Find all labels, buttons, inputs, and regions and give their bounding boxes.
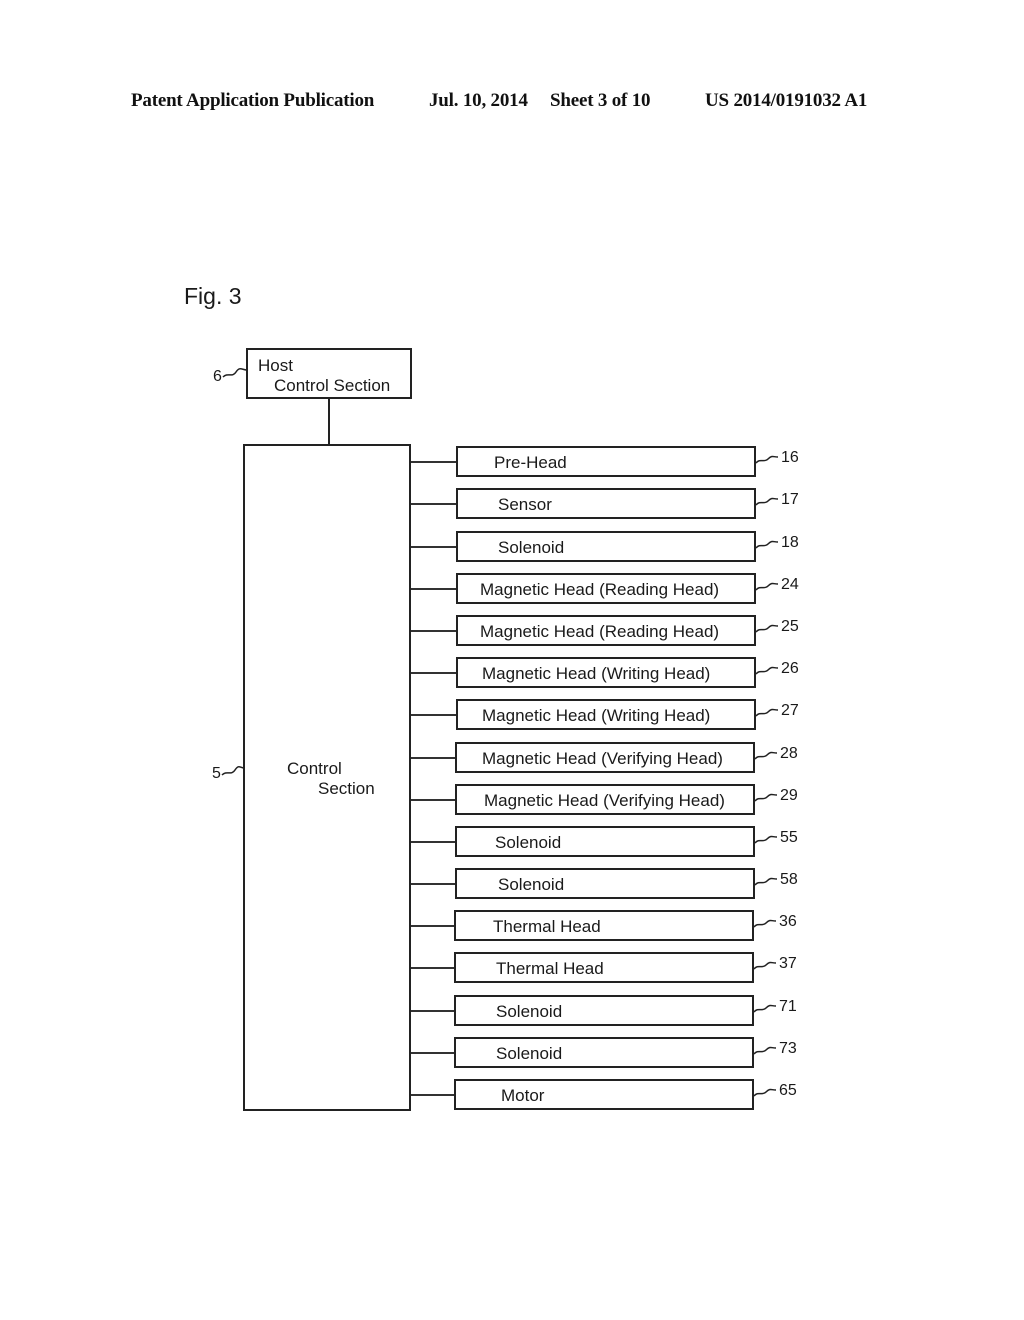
component-box: Solenoid — [455, 826, 755, 857]
component-ref-number: 17 — [781, 491, 799, 508]
component-ref-number: 18 — [781, 534, 799, 551]
component-label: Motor — [501, 1086, 545, 1105]
component-label: Thermal Head — [496, 959, 604, 978]
ref-leader-line — [755, 455, 779, 464]
connector-line — [411, 967, 454, 969]
control-label-line1: Control — [287, 759, 342, 778]
component-ref-number: 28 — [780, 745, 798, 762]
ref-leader-line — [755, 497, 779, 506]
component-label: Sensor — [498, 495, 552, 514]
host-label-line1: Host — [258, 356, 293, 375]
control-ref-number: 5 — [212, 765, 221, 782]
component-label: Magnetic Head (Verifying Head) — [484, 791, 725, 810]
component-label: Magnetic Head (Verifying Head) — [482, 749, 723, 768]
connector-line — [411, 588, 456, 590]
component-label: Magnetic Head (Reading Head) — [480, 580, 720, 599]
ref-leader-line — [755, 708, 779, 717]
component-box: Magnetic Head (Reading Head) — [456, 615, 756, 646]
component-label: Solenoid — [496, 1002, 563, 1021]
component-ref-number: 24 — [781, 576, 799, 593]
component-box: Magnetic Head (Verifying Head) — [455, 742, 755, 773]
ref-leader-line — [755, 624, 779, 633]
component-label: Magnetic Head (Writing Head) — [482, 664, 711, 683]
connector-line — [411, 630, 456, 632]
component-ref-number: 55 — [780, 829, 798, 846]
component-label: Magnetic Head (Reading Head) — [480, 622, 720, 641]
component-box: Thermal Head — [454, 952, 754, 983]
ref-leader-line — [754, 751, 778, 760]
component-box: Magnetic Head (Reading Head) — [456, 573, 756, 604]
control-section-box: Control Section — [243, 444, 411, 1111]
component-box: Solenoid — [454, 1037, 754, 1068]
component-label: Solenoid — [496, 1044, 563, 1063]
ref-leader-line — [755, 582, 779, 591]
component-box: Motor — [454, 1079, 754, 1110]
component-ref-number: 73 — [779, 1040, 797, 1057]
host-ref-number: 6 — [213, 368, 222, 385]
ref-leader-line — [753, 1088, 777, 1097]
component-box: Sensor — [456, 488, 756, 519]
component-ref-number: 58 — [780, 871, 798, 888]
connector-line — [411, 461, 456, 463]
component-box: Solenoid — [455, 868, 755, 899]
connector-line — [411, 1010, 454, 1012]
component-label: Thermal Head — [493, 917, 601, 936]
component-ref-number: 65 — [779, 1082, 797, 1099]
component-label: Solenoid — [498, 538, 565, 557]
component-box: Solenoid — [456, 531, 756, 562]
figure-title: Fig. 3 — [184, 283, 242, 309]
connector-line — [411, 1052, 454, 1054]
connector-line — [411, 799, 455, 801]
component-box: Thermal Head — [454, 910, 754, 941]
patent-header: Patent Application Publication Jul. 10, … — [0, 88, 1024, 114]
publication-type: Patent Application Publication — [131, 90, 375, 111]
component-label: Magnetic Head (Writing Head) — [482, 706, 711, 725]
ref-leader-line — [753, 1004, 777, 1013]
ref-leader-line — [754, 793, 778, 802]
host-control-connector — [328, 398, 330, 445]
host-leader-line — [222, 367, 248, 378]
ref-leader-line — [753, 1046, 777, 1055]
connector-line — [411, 672, 456, 674]
component-label: Solenoid — [498, 875, 565, 894]
component-box: Magnetic Head (Writing Head) — [456, 699, 756, 730]
control-label-line2: Section — [318, 779, 375, 798]
component-ref-number: 25 — [781, 618, 799, 635]
ref-leader-line — [755, 540, 779, 549]
ref-leader-line — [753, 961, 777, 970]
connector-line — [411, 883, 455, 885]
connector-line — [411, 546, 456, 548]
connector-line — [411, 1094, 454, 1096]
host-control-section-box: Host Control Section — [246, 348, 412, 399]
host-label-line2: Control Section — [274, 376, 391, 395]
control-leader-line — [221, 765, 245, 776]
component-ref-number: 26 — [781, 660, 799, 677]
component-box: Solenoid — [454, 995, 754, 1026]
component-ref-number: 36 — [779, 913, 797, 930]
component-ref-number: 29 — [780, 787, 798, 804]
connector-line — [411, 714, 456, 716]
component-box: Magnetic Head (Writing Head) — [456, 657, 756, 688]
component-box: Pre-Head — [456, 446, 756, 477]
connector-line — [411, 757, 455, 759]
component-ref-number: 71 — [779, 998, 797, 1015]
connector-line — [411, 841, 455, 843]
sheet-number: Sheet 3 of 10 — [550, 90, 651, 111]
connector-line — [411, 925, 454, 927]
ref-leader-line — [754, 835, 778, 844]
ref-leader-line — [755, 666, 779, 675]
component-ref-number: 37 — [779, 955, 797, 972]
component-label: Pre-Head — [494, 453, 567, 472]
patent-number: US 2014/0191032 A1 — [705, 90, 868, 111]
publication-date: Jul. 10, 2014 — [429, 90, 528, 111]
ref-leader-line — [754, 877, 778, 886]
connector-line — [411, 503, 456, 505]
ref-leader-line — [753, 919, 777, 928]
component-ref-number: 27 — [781, 702, 799, 719]
component-ref-number: 16 — [781, 449, 799, 466]
component-label: Solenoid — [495, 833, 562, 852]
component-box: Magnetic Head (Verifying Head) — [455, 784, 755, 815]
